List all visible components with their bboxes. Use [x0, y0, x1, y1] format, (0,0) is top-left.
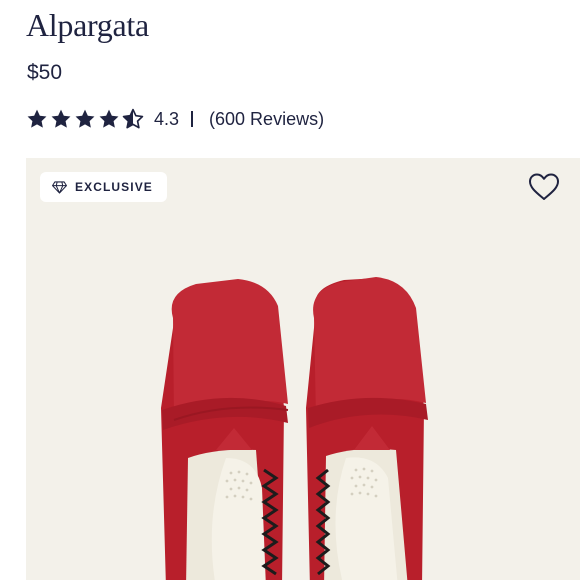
product-price: $50	[27, 61, 63, 84]
star-full-icon	[51, 109, 71, 128]
exclusive-badge: EXCLUSIVE	[40, 172, 167, 202]
product-page: Alpargata $50 4.3 (600 Reviews) EXCLUSIV…	[0, 0, 580, 580]
rating-row[interactable]: 4.3 (600 Reviews)	[26, 104, 324, 134]
star-full-icon	[99, 109, 119, 128]
diamond-icon	[52, 180, 67, 194]
star-rating	[26, 108, 144, 130]
reviews-link[interactable]: (600 Reviews)	[209, 109, 324, 130]
left-shoe	[161, 279, 289, 580]
heart-icon[interactable]	[528, 172, 560, 202]
star-full-icon	[75, 109, 95, 128]
rating-value: 4.3	[154, 108, 180, 129]
badge-label: EXCLUSIVE	[75, 180, 153, 194]
star-full-icon	[27, 109, 47, 128]
right-shoe	[306, 277, 428, 580]
product-title: Alpargata	[26, 7, 149, 43]
star-half-icon	[122, 108, 144, 129]
product-image-area[interactable]: EXCLUSIVE	[26, 158, 580, 580]
divider	[191, 111, 194, 127]
product-image	[161, 277, 428, 580]
